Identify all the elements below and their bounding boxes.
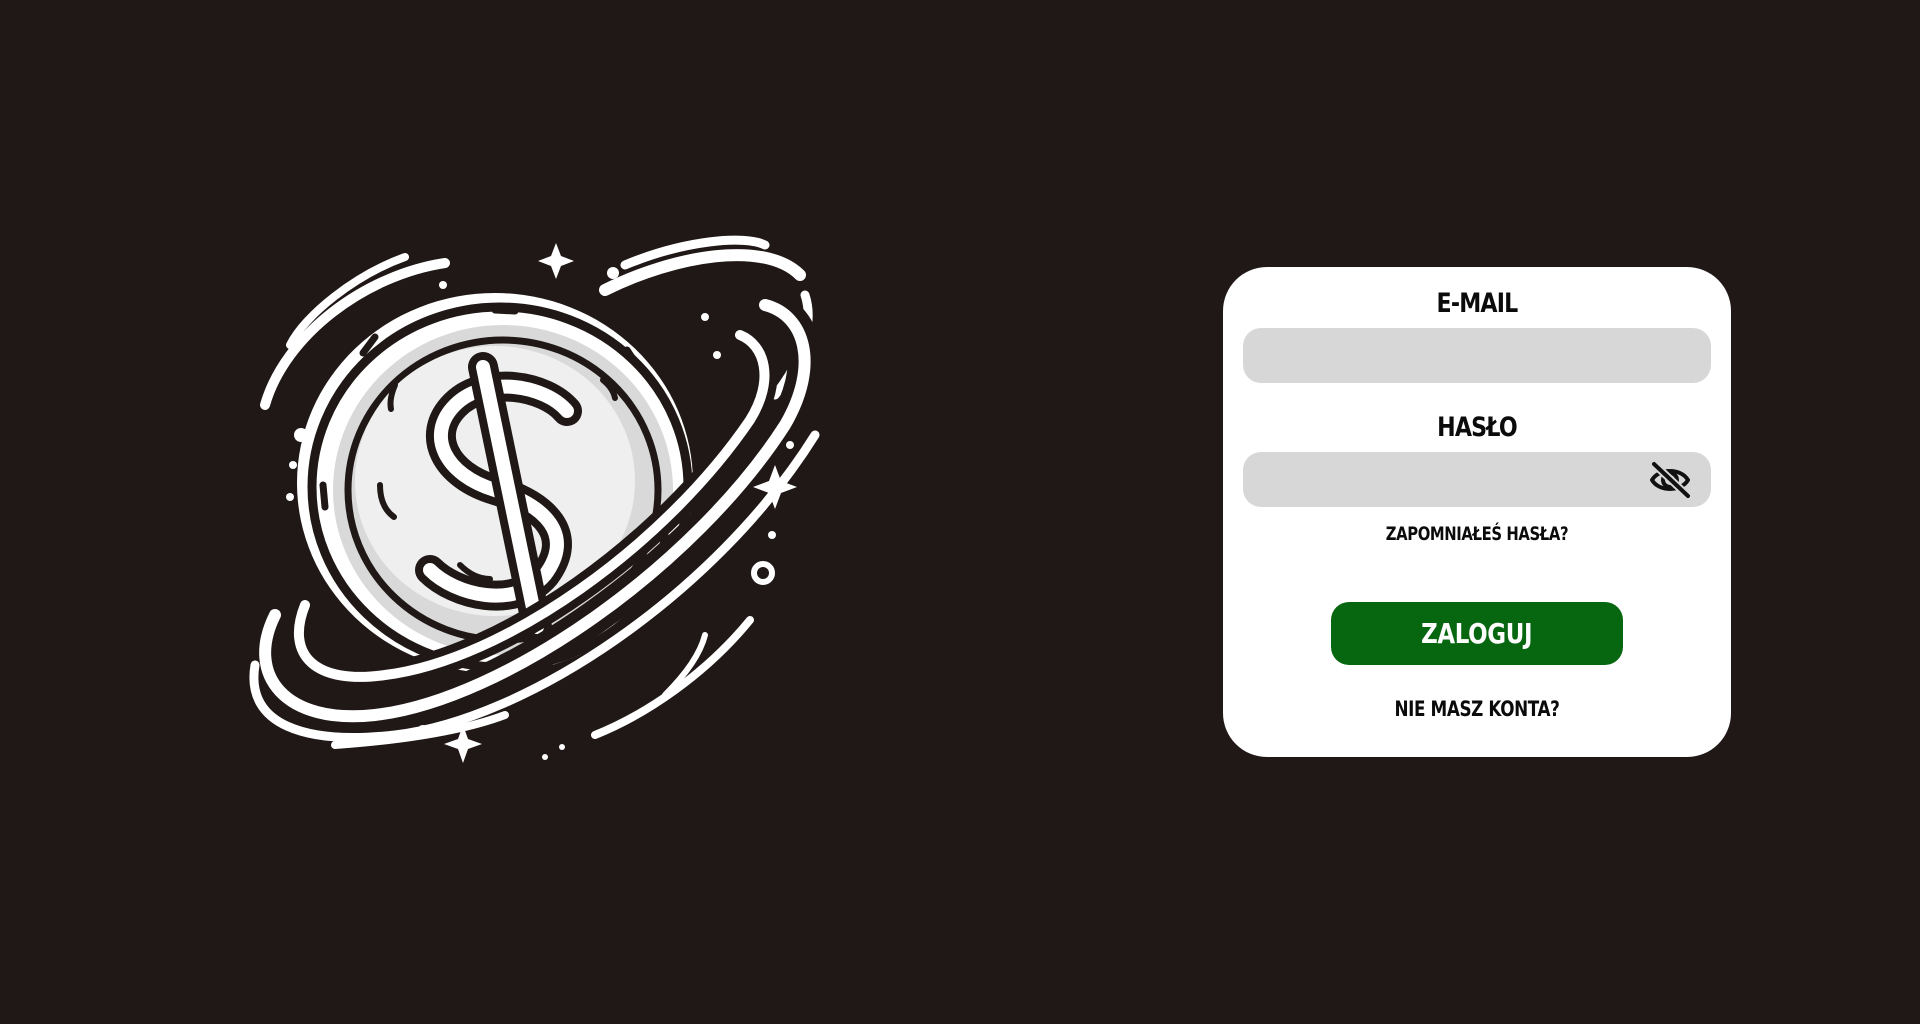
planet-coin-logo [245,235,825,775]
toggle-password-visibility-button[interactable] [1648,458,1692,502]
register-link[interactable]: NIE MASZ KONTA? [1274,697,1680,721]
login-card: E-MAIL HASŁO ZAPOMNIAŁEŚ HASŁA? ZALOGUJ … [1223,267,1731,757]
login-button[interactable]: ZALOGUJ [1331,602,1623,665]
email-label: E-MAIL [1436,288,1519,319]
password-label: HASŁO [1437,412,1518,443]
eye-off-icon [1650,461,1691,499]
login-button-label: ZALOGUJ [1421,617,1533,650]
password-input[interactable] [1243,452,1711,507]
login-page: E-MAIL HASŁO ZAPOMNIAŁEŚ HASŁA? ZALOGUJ … [0,0,1920,1024]
email-input[interactable] [1243,328,1711,383]
forgot-password-link[interactable]: ZAPOMNIAŁEŚ HASŁA? [1279,523,1675,545]
